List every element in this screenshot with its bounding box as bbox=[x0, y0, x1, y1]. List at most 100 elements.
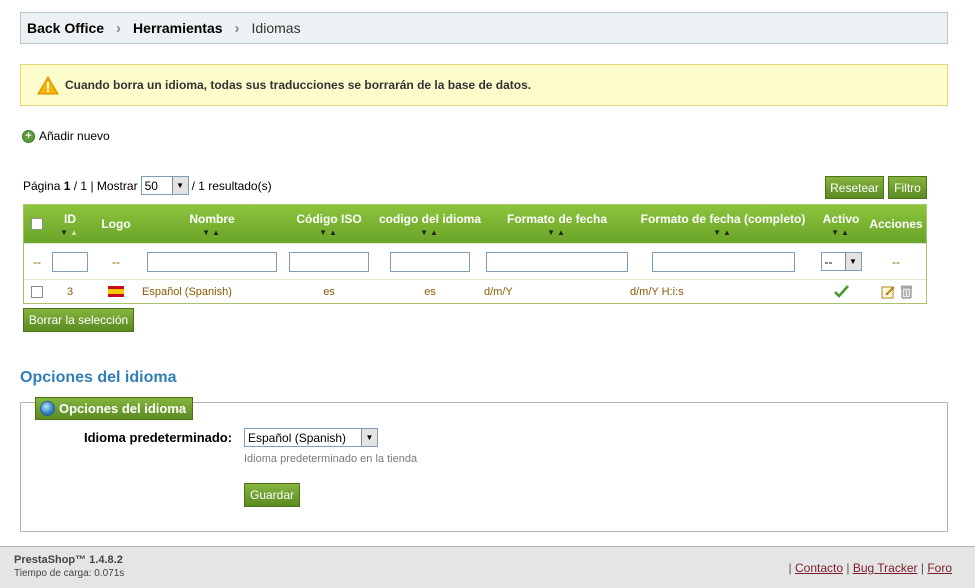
filter-row: -- -- -- ▼ -- bbox=[24, 243, 926, 279]
spain-flag-icon bbox=[108, 286, 124, 297]
sort-arrows-icon[interactable]: ▼▲ bbox=[319, 228, 339, 237]
column-iso-label: Código ISO bbox=[296, 211, 362, 226]
add-new-link[interactable]: + Añadir nuevo bbox=[22, 129, 110, 143]
pagination: Página 1 / 1 | Mostrar 50 ▼ / 1 resultad… bbox=[23, 176, 272, 195]
check-icon[interactable] bbox=[833, 285, 849, 298]
total-pages: / 1 bbox=[73, 178, 88, 193]
filter-logo-placeholder: -- bbox=[112, 254, 120, 269]
filter-id-input[interactable] bbox=[52, 251, 88, 272]
bug-tracker-link[interactable]: Bug Tracker bbox=[853, 561, 918, 575]
chevron-down-icon[interactable]: ▼ bbox=[844, 253, 861, 270]
column-id: ID ▼▲ bbox=[50, 205, 90, 243]
section-title: Opciones del idioma bbox=[20, 369, 177, 386]
chevron-down-icon[interactable]: ▼ bbox=[361, 429, 377, 446]
options-legend: Opciones del idioma bbox=[35, 397, 194, 420]
select-all-checkbox[interactable] bbox=[31, 218, 43, 230]
filter-language-code-cell bbox=[376, 251, 484, 272]
column-language-code-label: codigo del idioma bbox=[378, 211, 481, 226]
breadcrumb-back-office[interactable]: Back Office bbox=[27, 20, 104, 36]
add-icon: + bbox=[22, 129, 35, 143]
column-actions-label: Acciones bbox=[869, 217, 923, 231]
languages-table: ID ▼▲ Logo Nombre ▼▲ Código ISO ▼▲ codig… bbox=[23, 204, 927, 304]
chevron-right-icon: › bbox=[234, 19, 240, 37]
row-name: Español (Spanish) bbox=[142, 285, 232, 298]
show-label: | Mostrar bbox=[90, 178, 138, 193]
row-date-format: d/m/Y bbox=[484, 285, 513, 298]
table-row[interactable]: 3 Español (Spanish) es es d/m/Y d/m/Y H:… bbox=[24, 279, 926, 303]
trash-icon[interactable] bbox=[900, 285, 912, 299]
footer: PrestaShop™ 1.4.8.2 Tiempo de carga: 0.0… bbox=[0, 546, 975, 588]
table-header: ID ▼▲ Logo Nombre ▼▲ Código ISO ▼▲ codig… bbox=[24, 205, 926, 243]
column-date-format-full: Formato de fecha (completo) ▼▲ bbox=[630, 205, 816, 243]
footer-links: | Contacto | Bug Tracker | Foro bbox=[788, 561, 952, 575]
filter-actions-placeholder: -- bbox=[892, 254, 900, 269]
breadcrumb-herramientas[interactable]: Herramientas bbox=[133, 20, 223, 36]
filter-id-cell bbox=[50, 251, 90, 272]
row-id: 3 bbox=[66, 285, 74, 298]
filter-active-select[interactable]: -- ▼ bbox=[820, 252, 862, 271]
reset-button[interactable]: Resetear bbox=[825, 176, 884, 199]
filter-date-format-full-cell bbox=[630, 251, 816, 272]
column-date-format-label: Formato de fecha bbox=[506, 211, 608, 226]
filter-name-input[interactable] bbox=[147, 251, 277, 272]
warning-box: Cuando borra un idioma, todas sus traduc… bbox=[20, 64, 948, 106]
sort-arrows-icon[interactable]: ▼▲ bbox=[831, 228, 851, 237]
column-active-label: Activo bbox=[822, 211, 860, 226]
column-language-code: codigo del idioma ▼▲ bbox=[376, 205, 484, 243]
filter-date-format-input[interactable] bbox=[486, 251, 628, 272]
row-checkbox[interactable] bbox=[31, 285, 43, 298]
row-language-code: es bbox=[424, 285, 436, 298]
globe-icon bbox=[40, 401, 55, 416]
filter-date-format-cell bbox=[484, 251, 630, 272]
default-language-hint: Idioma predeterminado en la tienda bbox=[244, 453, 418, 465]
row-active-cell bbox=[816, 285, 866, 298]
filter-name-cell bbox=[142, 251, 282, 272]
column-date-format-full-label: Formato de fecha (completo) bbox=[640, 211, 806, 226]
filter-iso-cell bbox=[282, 251, 376, 272]
row-date-format-full: d/m/Y H:i:s bbox=[630, 285, 684, 298]
load-time-text: Tiempo de carga: 0.071s bbox=[14, 568, 125, 579]
default-language-select[interactable]: Español (Spanish) ▼ bbox=[244, 428, 378, 447]
version-text: PrestaShop™ 1.4.8.2 bbox=[14, 554, 123, 566]
row-iso: es bbox=[323, 285, 335, 298]
default-language-value: Español (Spanish) bbox=[248, 430, 347, 445]
filter-active-value: -- bbox=[824, 254, 833, 269]
page-label: Página bbox=[23, 178, 61, 193]
sort-arrows-icon[interactable]: ▼▲ bbox=[547, 228, 567, 237]
row-logo-cell bbox=[90, 286, 142, 297]
filter-iso-input[interactable] bbox=[289, 251, 369, 272]
sort-arrows-icon[interactable]: ▼▲ bbox=[60, 228, 80, 237]
column-logo: Logo bbox=[90, 205, 142, 243]
sort-arrows-icon[interactable]: ▼▲ bbox=[202, 228, 222, 237]
filter-button[interactable]: Filtro bbox=[888, 176, 927, 199]
column-name-label: Nombre bbox=[189, 211, 235, 226]
forum-link[interactable]: Foro bbox=[927, 561, 952, 575]
column-id-label: ID bbox=[64, 211, 76, 226]
filter-active-cell: -- ▼ bbox=[816, 252, 866, 271]
warning-text: Cuando borra un idioma, todas sus traduc… bbox=[65, 78, 532, 92]
per-page-value: 50 bbox=[144, 178, 158, 193]
results-count: / 1 resultado(s) bbox=[191, 178, 272, 193]
filter-language-code-input[interactable] bbox=[390, 251, 470, 272]
per-page-select[interactable]: 50 ▼ bbox=[140, 176, 189, 195]
sort-arrows-icon[interactable]: ▼▲ bbox=[420, 228, 440, 237]
column-date-format: Formato de fecha ▼▲ bbox=[484, 205, 630, 243]
default-language-label: Idioma predeterminado: bbox=[84, 430, 233, 445]
edit-icon[interactable] bbox=[881, 285, 895, 299]
header-select-all-cell bbox=[24, 205, 50, 243]
chevron-down-icon[interactable]: ▼ bbox=[171, 177, 188, 194]
filter-placeholder: -- bbox=[33, 254, 41, 269]
breadcrumb: Back Office › Herramientas › Idiomas bbox=[20, 12, 948, 44]
column-actions: Acciones bbox=[866, 205, 926, 243]
chevron-right-icon: › bbox=[116, 19, 122, 37]
save-button[interactable]: Guardar bbox=[244, 483, 300, 507]
filter-date-format-full-input[interactable] bbox=[651, 251, 795, 272]
delete-selection-button[interactable]: Borrar la selección bbox=[23, 308, 134, 332]
column-iso: Código ISO ▼▲ bbox=[282, 205, 376, 243]
options-fieldset bbox=[20, 402, 948, 532]
add-new-label: Añadir nuevo bbox=[39, 129, 110, 143]
sort-arrows-icon[interactable]: ▼▲ bbox=[713, 228, 733, 237]
contact-link[interactable]: Contacto bbox=[795, 561, 843, 575]
current-page: 1 bbox=[63, 178, 71, 193]
column-active: Activo ▼▲ bbox=[816, 205, 866, 243]
